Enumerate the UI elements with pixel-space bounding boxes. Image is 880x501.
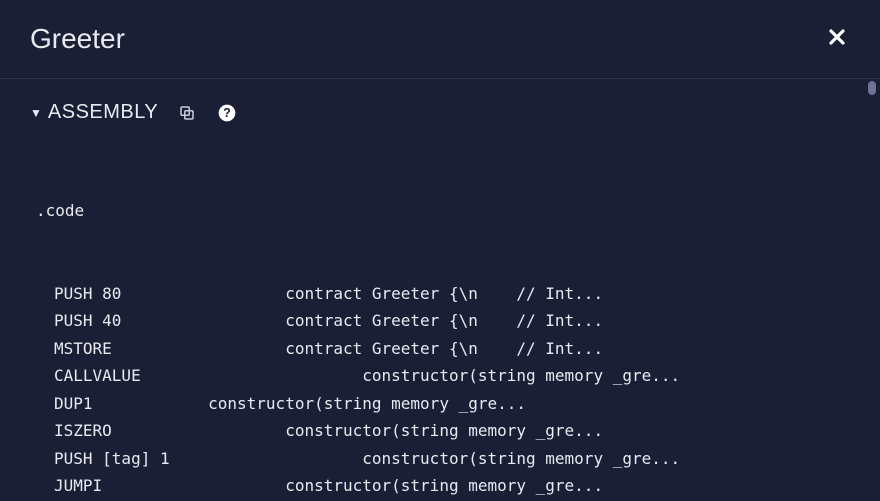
- assembly-modal: Greeter ▼ ASSEMBLY ?: [0, 0, 880, 501]
- close-icon: [828, 28, 846, 46]
- scrollbar-thumb[interactable]: [868, 81, 876, 95]
- assembly-toggle[interactable]: ▼ ASSEMBLY: [30, 101, 158, 124]
- question-icon: ?: [217, 103, 237, 123]
- modal-title: Greeter: [30, 23, 125, 55]
- scrollbar[interactable]: [868, 79, 876, 501]
- code-line: PUSH 40 contract Greeter {\n // Int...: [30, 307, 850, 335]
- modal-header: Greeter: [0, 0, 880, 79]
- code-line: CALLVALUE constructor(string memory _gre…: [30, 362, 850, 390]
- section-header: ▼ ASSEMBLY ?: [30, 101, 850, 124]
- code-line: DUP1 constructor(string memory _gre...: [30, 390, 850, 418]
- code-line: PUSH [tag] 1 constructor(string memory _…: [30, 445, 850, 473]
- code-line: PUSH 80 contract Greeter {\n // Int...: [30, 280, 850, 308]
- svg-text:?: ?: [223, 106, 231, 120]
- caret-down-icon: ▼: [30, 106, 42, 120]
- code-line: MSTORE contract Greeter {\n // Int...: [30, 335, 850, 363]
- assembly-code-block: .code PUSH 80 contract Greeter {\n // In…: [30, 142, 850, 501]
- code-line: JUMPI constructor(string memory _gre...: [30, 472, 850, 500]
- close-button[interactable]: [824, 22, 850, 56]
- help-button[interactable]: ?: [216, 102, 238, 124]
- code-header: .code: [30, 197, 850, 225]
- modal-body: ▼ ASSEMBLY ? .code PUSH 80 contract Gree…: [0, 79, 880, 501]
- copy-button[interactable]: [176, 102, 198, 124]
- section-title: ASSEMBLY: [48, 101, 158, 124]
- code-line: ISZERO constructor(string memory _gre...: [30, 417, 850, 445]
- copy-icon: [178, 104, 196, 122]
